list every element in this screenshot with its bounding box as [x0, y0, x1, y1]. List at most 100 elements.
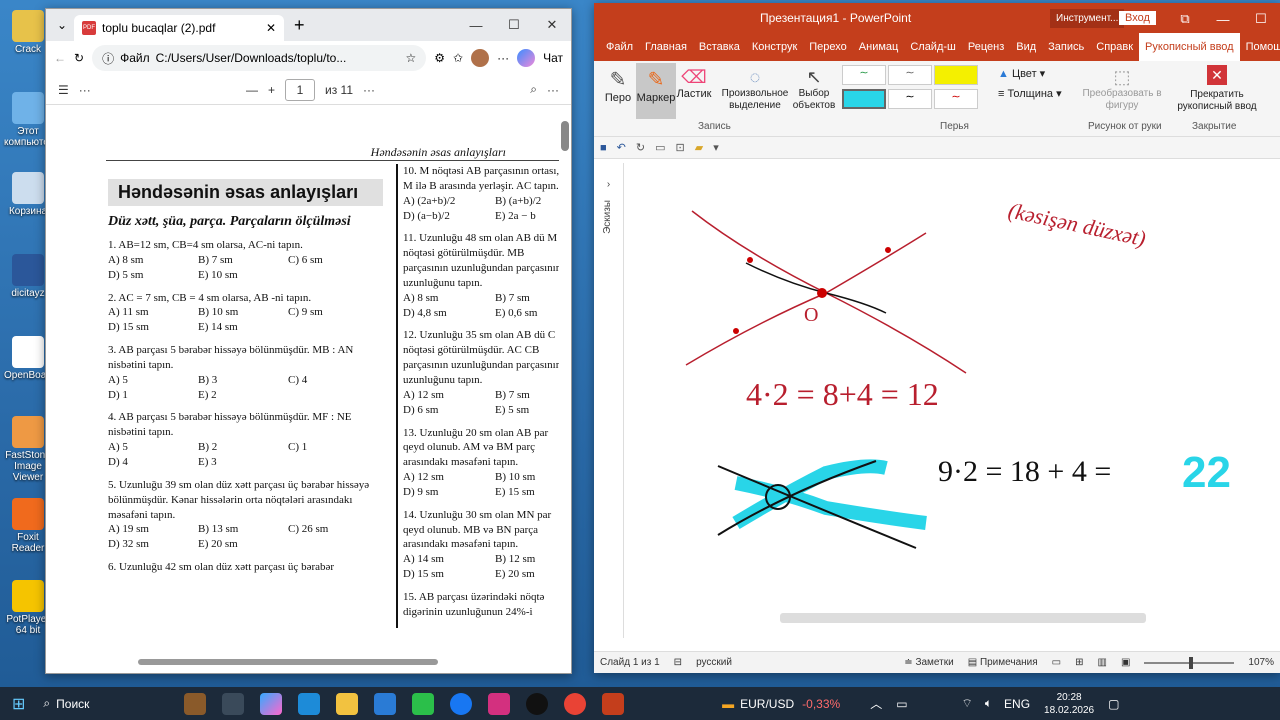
- whatsapp-taskbar-icon[interactable]: [526, 692, 549, 715]
- copilot-taskbar-icon[interactable]: [260, 692, 283, 715]
- horse-widget-icon[interactable]: [184, 692, 207, 715]
- search-icon[interactable]: ⌕: [530, 82, 537, 97]
- ribbon-tab[interactable]: Реценз: [962, 41, 1010, 53]
- folder-icon[interactable]: ▰: [695, 141, 703, 154]
- zoom-in-icon[interactable]: +: [268, 83, 275, 97]
- sorter-view-icon[interactable]: ⊞: [1075, 657, 1083, 668]
- taskbar-search[interactable]: Поиск: [56, 697, 176, 711]
- spellcheck-icon[interactable]: ⊟: [674, 657, 682, 668]
- browser-tab[interactable]: PDF toplu bucaqlar (2).pdf ✕: [74, 15, 284, 41]
- pen-swatch-cyan[interactable]: [842, 89, 886, 109]
- chrome-taskbar-icon[interactable]: [564, 692, 587, 715]
- pen-swatch-black[interactable]: ∼: [888, 89, 932, 109]
- refresh-icon[interactable]: ↻: [74, 51, 84, 65]
- ribbon-tab[interactable]: Вид: [1010, 41, 1042, 53]
- ribbon-tab-ink[interactable]: Рукописный ввод: [1139, 33, 1240, 61]
- zoom-level[interactable]: 107%: [1248, 657, 1274, 668]
- close-window-icon[interactable]: ✕: [533, 9, 571, 41]
- ppt-maximize-icon[interactable]: ☐: [1242, 3, 1280, 35]
- present-icon[interactable]: ⊡: [676, 141, 685, 154]
- select-objects-button[interactable]: ↖ Выбор объектов: [784, 67, 844, 112]
- currency-pair[interactable]: EUR/USD: [740, 697, 794, 711]
- ppt-minimize-icon[interactable]: —: [1204, 3, 1242, 35]
- tray-apps-icon[interactable]: ▭: [896, 697, 907, 711]
- language-status[interactable]: русский: [696, 657, 732, 668]
- slideshow-icon[interactable]: ▭: [655, 141, 665, 154]
- powerpoint-taskbar-icon[interactable]: [602, 692, 625, 715]
- mail-taskbar-icon[interactable]: [374, 692, 397, 715]
- save-icon[interactable]: ■: [600, 142, 607, 154]
- clock[interactable]: 20:28 18.02.2026: [1044, 691, 1094, 717]
- help-tab[interactable]: Помощн: [1240, 41, 1280, 53]
- pdf-more-icon[interactable]: ···: [79, 83, 91, 97]
- eraser-button[interactable]: ⌫ Ластик: [676, 67, 712, 100]
- maximize-icon[interactable]: ☐: [495, 9, 533, 41]
- zoom-out-icon[interactable]: —: [246, 83, 258, 97]
- ribbon-tab[interactable]: Конструк: [746, 41, 803, 53]
- slide-canvas[interactable]: › Эскизы O (kəsişən düzxət) 4·2 = 8+4 = …: [594, 163, 1280, 643]
- pen-swatch-green[interactable]: ∼: [842, 65, 886, 85]
- notification-icon[interactable]: ▢: [1108, 697, 1119, 711]
- zoom-slider[interactable]: [1144, 656, 1235, 669]
- canvas-hscroll[interactable]: [780, 613, 1146, 623]
- start-icon[interactable]: ⊞: [12, 694, 25, 714]
- comments-button[interactable]: ▤ Примечания: [968, 657, 1038, 668]
- customize-qat-icon[interactable]: ▾: [713, 141, 719, 154]
- favorites-icon[interactable]: ✩: [453, 51, 463, 65]
- tray-chevron-icon[interactable]: ︿: [870, 695, 882, 712]
- store-taskbar-icon[interactable]: [412, 692, 435, 715]
- pen-swatch-gray[interactable]: ∼: [888, 65, 932, 85]
- pen-button[interactable]: ✎ Перо: [600, 67, 636, 104]
- marker-button[interactable]: ✎ Маркер: [636, 63, 676, 119]
- redo-icon[interactable]: ↻: [636, 141, 645, 154]
- convert-to-shape-button[interactable]: ⬚ Преобразовать в фигуру: [1082, 67, 1162, 112]
- new-tab-icon[interactable]: +: [294, 15, 305, 36]
- ribbon-tab[interactable]: Файл: [600, 41, 639, 53]
- tab-actions-icon[interactable]: ⌄: [50, 18, 74, 32]
- extensions-icon[interactable]: ⚙: [434, 51, 445, 65]
- more-icon[interactable]: ···: [497, 51, 509, 65]
- color-dropdown[interactable]: ▲ Цвет ▾: [998, 67, 1045, 80]
- address-bar[interactable]: ⓘ Файл C:/Users/User/Downloads/toplu/to.…: [92, 45, 427, 71]
- ribbon-tab[interactable]: Запись: [1042, 41, 1090, 53]
- pen-swatch-red[interactable]: ∼: [934, 89, 978, 109]
- ribbon-tab[interactable]: Анимац: [853, 41, 905, 53]
- page-number-input[interactable]: 1: [285, 78, 316, 101]
- undo-icon[interactable]: ↶: [617, 141, 626, 154]
- language-indicator[interactable]: ENG: [1004, 697, 1030, 711]
- chat-label[interactable]: Чат: [543, 51, 563, 65]
- ribbon-tab[interactable]: Слайд-ш: [904, 41, 962, 53]
- stop-ink-button[interactable]: ✕ Прекратить рукописный ввод: [1172, 65, 1262, 113]
- ppt-restore-icon[interactable]: ⧉: [1166, 3, 1204, 35]
- back-icon[interactable]: ←: [54, 51, 66, 65]
- vertical-scrollbar[interactable]: [561, 121, 569, 151]
- pen-swatch-yellow[interactable]: [934, 65, 978, 85]
- facebook-taskbar-icon[interactable]: [450, 692, 473, 715]
- ribbon-tab[interactable]: Перехо: [803, 41, 853, 53]
- instagram-taskbar-icon[interactable]: [488, 692, 511, 715]
- expand-thumbs-icon[interactable]: ›: [594, 179, 623, 190]
- edge-taskbar-icon[interactable]: [298, 692, 321, 715]
- notes-button[interactable]: ≐ Заметки: [904, 657, 953, 668]
- minimize-icon[interactable]: —: [457, 9, 495, 41]
- reading-view-icon[interactable]: ▥: [1098, 657, 1107, 668]
- ribbon-tab[interactable]: Вставка: [693, 41, 746, 53]
- explorer-taskbar-icon[interactable]: [336, 692, 359, 715]
- slideshow-view-icon[interactable]: ▣: [1121, 657, 1130, 668]
- task-view-icon[interactable]: [222, 692, 245, 715]
- volume-icon[interactable]: 🔈︎: [985, 696, 992, 711]
- thumbnails-pane[interactable]: › Эскизы: [594, 163, 624, 638]
- contents-icon[interactable]: ☰: [58, 83, 69, 97]
- ribbon-tab[interactable]: Справк: [1090, 41, 1139, 53]
- signin-button[interactable]: Вход: [1119, 11, 1156, 25]
- thickness-dropdown[interactable]: ≡ Толщина ▾: [998, 87, 1062, 100]
- pdf-tools-icon[interactable]: ···: [363, 83, 375, 97]
- horizontal-scrollbar[interactable]: [138, 659, 438, 665]
- profile-avatar[interactable]: [471, 49, 490, 67]
- ribbon-tab[interactable]: Главная: [639, 41, 693, 53]
- normal-view-icon[interactable]: ▭: [1052, 657, 1061, 668]
- close-tab-icon[interactable]: ✕: [266, 21, 276, 35]
- network-icon[interactable]: ⌔: [962, 696, 973, 711]
- copilot-icon[interactable]: [517, 49, 536, 67]
- pdf-overflow-icon[interactable]: ···: [547, 83, 559, 97]
